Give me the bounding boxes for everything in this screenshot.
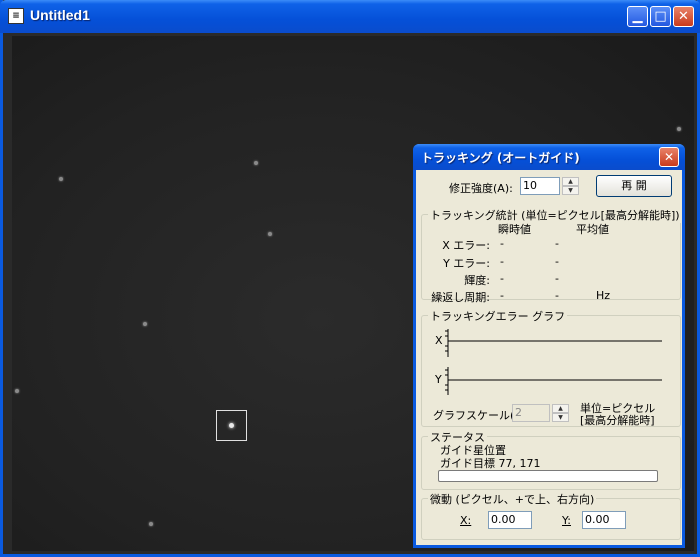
maximize-button[interactable]: □	[650, 6, 671, 27]
tracking-error-graph	[445, 329, 662, 395]
stepper-down-icon[interactable]: ▼	[552, 413, 569, 422]
graph-scale-input[interactable]: 2	[512, 404, 550, 422]
correction-stepper[interactable]: ▲ ▼	[562, 177, 579, 195]
nudge-group-title: 微動 (ピクセル、+で上、右方向)	[428, 491, 597, 507]
stats-row-instant: -	[500, 237, 504, 250]
restart-button[interactable]: 再 開	[596, 175, 672, 197]
dialog-titlebar[interactable]: トラッキング (オートガイド) ✕	[413, 144, 685, 170]
graph-unit-line2: [最高分解能時]	[580, 414, 655, 427]
correction-input[interactable]: 10	[520, 177, 560, 195]
tracking-dialog: トラッキング (オートガイド) ✕ 修正強度(A): 10 ▲ ▼ 再 開 トラ…	[413, 144, 685, 548]
guide-target-box	[216, 410, 247, 441]
star	[59, 177, 63, 181]
stats-group-title: トラッキング統計 (単位=ピクセル[最高分解能時])	[428, 207, 682, 223]
nudge-y-input[interactable]: 0.00	[582, 511, 626, 529]
stats-row-instant: -	[500, 255, 504, 268]
stats-col-average: 平均値	[576, 223, 609, 236]
stats-row-label: Y エラー:	[443, 257, 490, 270]
correction-label: 修正強度(A):	[449, 182, 513, 195]
document-icon[interactable]: ≡	[8, 8, 24, 24]
stats-row-average: -	[555, 237, 559, 250]
stats-row-label: 輝度:	[464, 274, 490, 287]
stepper-down-icon[interactable]: ▼	[562, 186, 579, 195]
star	[15, 389, 19, 393]
stats-row-average: -	[555, 255, 559, 268]
dialog-close-button[interactable]: ✕	[659, 147, 679, 167]
dialog-title: トラッキング (オートガイド)	[421, 151, 580, 165]
star	[254, 161, 258, 165]
stats-row-average: -	[555, 289, 559, 302]
status-progress-bar	[438, 470, 658, 482]
stats-row-label: 繰返し周期:	[431, 291, 490, 304]
stats-row-unit: Hz	[596, 289, 611, 302]
stats-row-label: X エラー:	[442, 239, 490, 252]
graph-x-label: X	[435, 334, 443, 347]
stats-row-instant: -	[500, 272, 504, 285]
nudge-x-input[interactable]: 0.00	[488, 511, 532, 529]
window-title: Untitled1	[30, 7, 90, 23]
nudge-y-label: Y:	[562, 514, 571, 527]
nudge-x-label: X:	[460, 514, 472, 527]
graph-y-label: Y	[435, 373, 442, 386]
stats-row-instant: -	[500, 289, 504, 302]
graph-scale-stepper[interactable]: ▲ ▼	[552, 404, 569, 422]
main-titlebar[interactable]: ≡ Untitled1 ▁ □ ✕	[0, 0, 700, 33]
star	[149, 522, 153, 526]
star	[268, 232, 272, 236]
stepper-up-icon[interactable]: ▲	[552, 404, 569, 413]
stats-row-average: -	[555, 272, 559, 285]
stepper-up-icon[interactable]: ▲	[562, 177, 579, 186]
star	[677, 127, 681, 131]
guide-target: ガイド目標 77, 171	[440, 457, 541, 470]
graph-group-title: トラッキングエラー グラフ	[428, 308, 568, 324]
close-button[interactable]: ✕	[673, 6, 694, 27]
stats-col-instant: 瞬時値	[498, 223, 531, 236]
star	[143, 322, 147, 326]
minimize-button[interactable]: ▁	[627, 6, 648, 27]
